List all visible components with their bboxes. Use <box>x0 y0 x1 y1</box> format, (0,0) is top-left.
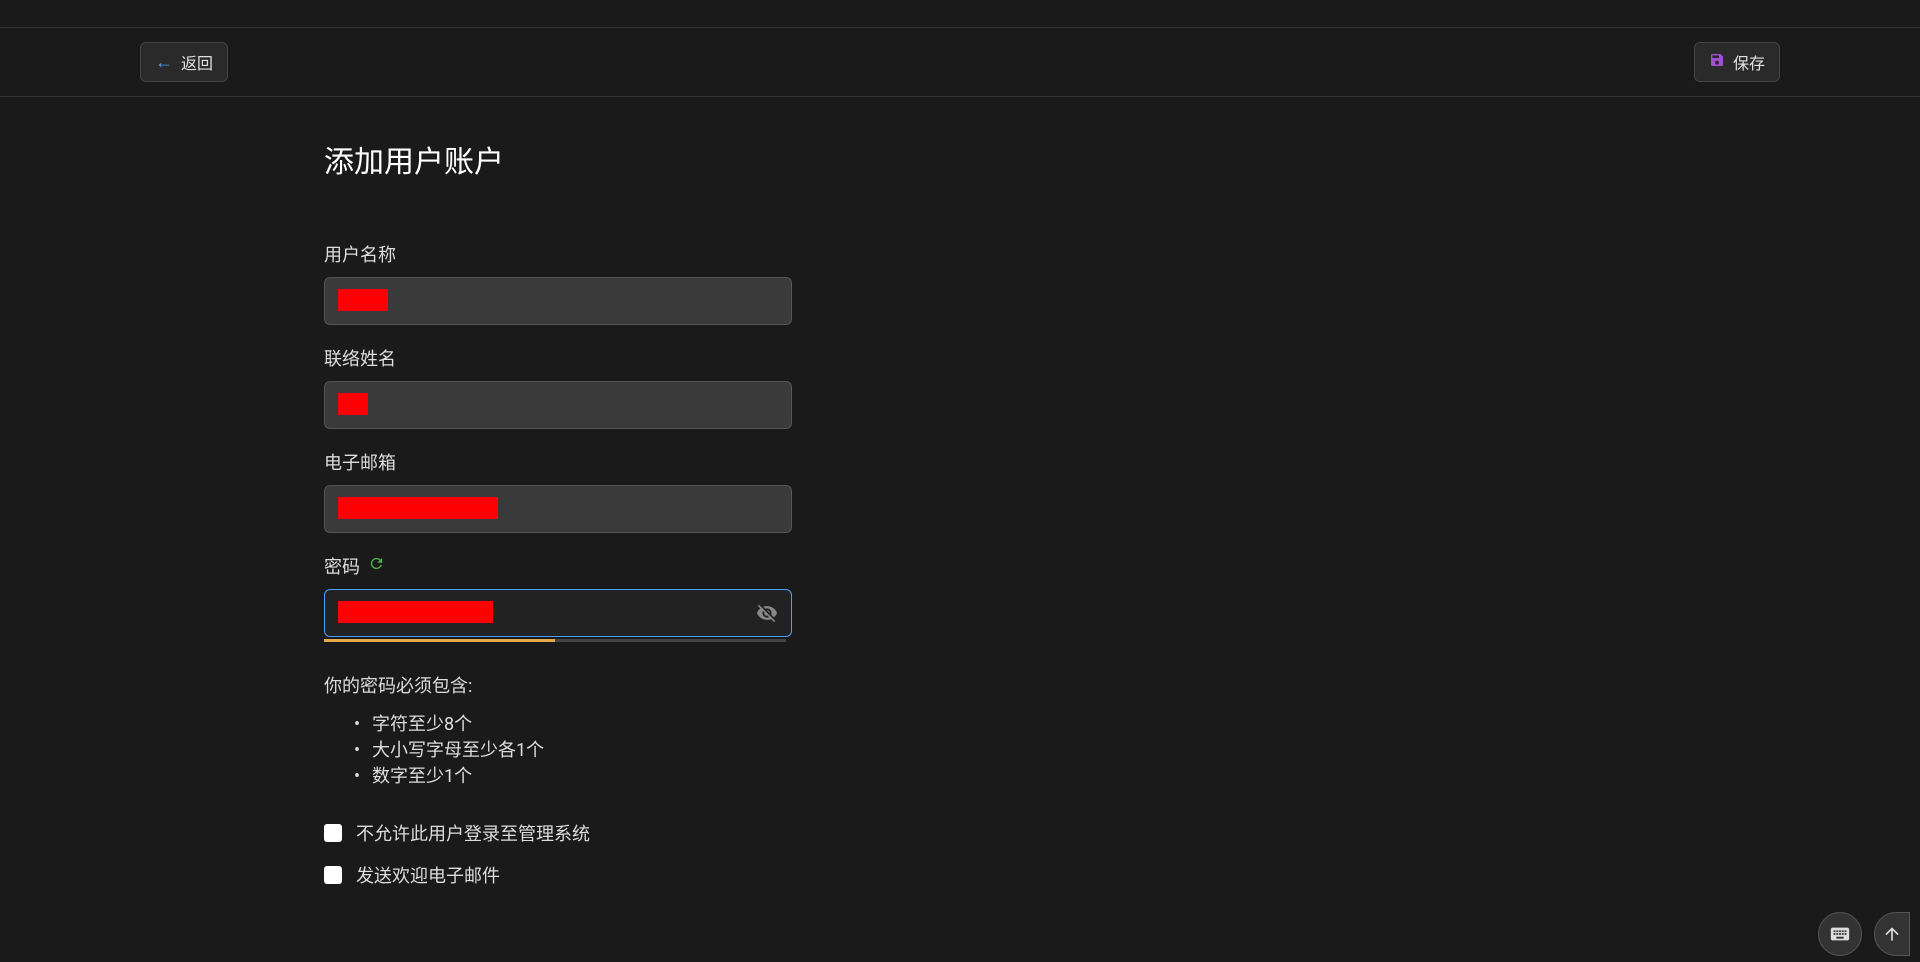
arrow-left-icon: ← <box>155 52 173 73</box>
disallow-login-row: 不允许此用户登录至管理系统 <box>324 820 1596 846</box>
contact-name-group: 联络姓名 <box>324 345 1596 429</box>
refresh-icon[interactable] <box>368 555 385 577</box>
username-input-wrapper <box>324 277 792 325</box>
password-group: 密码 <box>324 553 1596 642</box>
email-group: 电子邮箱 <box>324 449 1596 533</box>
password-label: 密码 <box>324 553 360 579</box>
password-requirements: 你的密码必须包含: 字符至少8个 大小写字母至少各1个 数字至少1个 <box>324 672 792 790</box>
page-title: 添加用户账户 <box>324 137 1596 181</box>
arrow-up-icon <box>1882 924 1902 944</box>
requirement-item: 数字至少1个 <box>354 764 792 790</box>
eye-off-icon[interactable] <box>756 602 778 624</box>
back-button[interactable]: ← 返回 <box>140 42 228 82</box>
save-button-label: 保存 <box>1733 50 1765 74</box>
email-label: 电子邮箱 <box>324 449 1596 475</box>
disallow-login-label: 不允许此用户登录至管理系统 <box>356 820 590 846</box>
requirements-list: 字符至少8个 大小写字母至少各1个 数字至少1个 <box>324 712 792 790</box>
username-input[interactable] <box>324 277 792 325</box>
keyboard-button[interactable] <box>1818 912 1862 956</box>
requirements-title: 你的密码必须包含: <box>324 672 792 698</box>
password-strength-fill <box>324 639 555 642</box>
send-welcome-row: 发送欢迎电子邮件 <box>324 862 1596 888</box>
redacted-overlay <box>338 289 388 311</box>
content: 添加用户账户 用户名称 联络姓名 电子邮箱 密码 <box>0 97 1920 944</box>
contact-name-input[interactable] <box>324 381 792 429</box>
contact-name-input-wrapper <box>324 381 792 429</box>
redacted-overlay <box>338 393 368 415</box>
save-button[interactable]: 保存 <box>1694 42 1780 82</box>
username-label: 用户名称 <box>324 241 1596 267</box>
scroll-top-button[interactable] <box>1874 912 1910 956</box>
back-button-label: 返回 <box>181 50 213 74</box>
send-welcome-checkbox[interactable] <box>324 866 342 884</box>
disallow-login-checkbox[interactable] <box>324 824 342 842</box>
requirement-item: 大小写字母至少各1个 <box>354 738 792 764</box>
top-bar <box>0 0 1920 28</box>
password-input-wrapper <box>324 589 792 637</box>
checkbox-group: 不允许此用户登录至管理系统 发送欢迎电子邮件 <box>324 820 1596 888</box>
requirement-item: 字符至少8个 <box>354 712 792 738</box>
password-strength-bar <box>324 639 786 642</box>
keyboard-icon <box>1829 923 1851 945</box>
username-group: 用户名称 <box>324 241 1596 325</box>
redacted-overlay <box>338 601 493 623</box>
password-label-row: 密码 <box>324 553 1596 579</box>
send-welcome-label: 发送欢迎电子邮件 <box>356 862 500 888</box>
floating-buttons <box>1818 912 1910 956</box>
header-bar: ← 返回 保存 <box>0 28 1920 97</box>
redacted-overlay <box>338 497 498 519</box>
contact-name-label: 联络姓名 <box>324 345 1596 371</box>
save-icon <box>1709 52 1725 73</box>
email-input-wrapper <box>324 485 792 533</box>
